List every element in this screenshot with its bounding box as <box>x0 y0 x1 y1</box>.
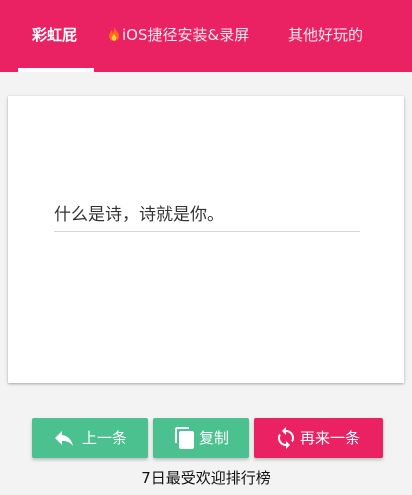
copy-icon <box>175 427 194 449</box>
tab-other-fun[interactable]: 其他好玩的 <box>288 20 363 50</box>
quote-card: 什么是诗，诗就是你。 <box>8 96 404 383</box>
next-button[interactable]: 再来一条 <box>254 418 383 458</box>
tab-rainbow-fart[interactable]: 彩虹屁 <box>32 20 77 50</box>
tab-ios-shortcut[interactable]: iOS捷径安装&录屏 <box>108 20 249 50</box>
refresh-icon <box>278 427 294 449</box>
previous-button[interactable]: 上一条 <box>32 418 148 458</box>
top-tab-bar: 彩虹屁 iOS捷径安装&录屏 其他好玩的 <box>0 0 412 72</box>
previous-button-label: 上一条 <box>82 429 128 447</box>
tab-label: iOS捷径安装&录屏 <box>122 26 250 44</box>
fire-icon <box>109 27 119 41</box>
reply-arrow-icon <box>55 431 73 446</box>
weekly-ranking-link[interactable]: 7日最受欢迎排行榜 <box>0 466 412 490</box>
active-tab-indicator <box>18 68 94 72</box>
tab-label: 其他好玩的 <box>288 26 364 44</box>
next-button-label: 再来一条 <box>300 429 361 447</box>
tab-label: 彩虹屁 <box>32 26 78 44</box>
quote-text[interactable]: 什么是诗，诗就是你。 <box>54 199 360 232</box>
copy-button[interactable]: 复制 <box>153 418 249 458</box>
copy-button-label: 复制 <box>199 429 230 447</box>
